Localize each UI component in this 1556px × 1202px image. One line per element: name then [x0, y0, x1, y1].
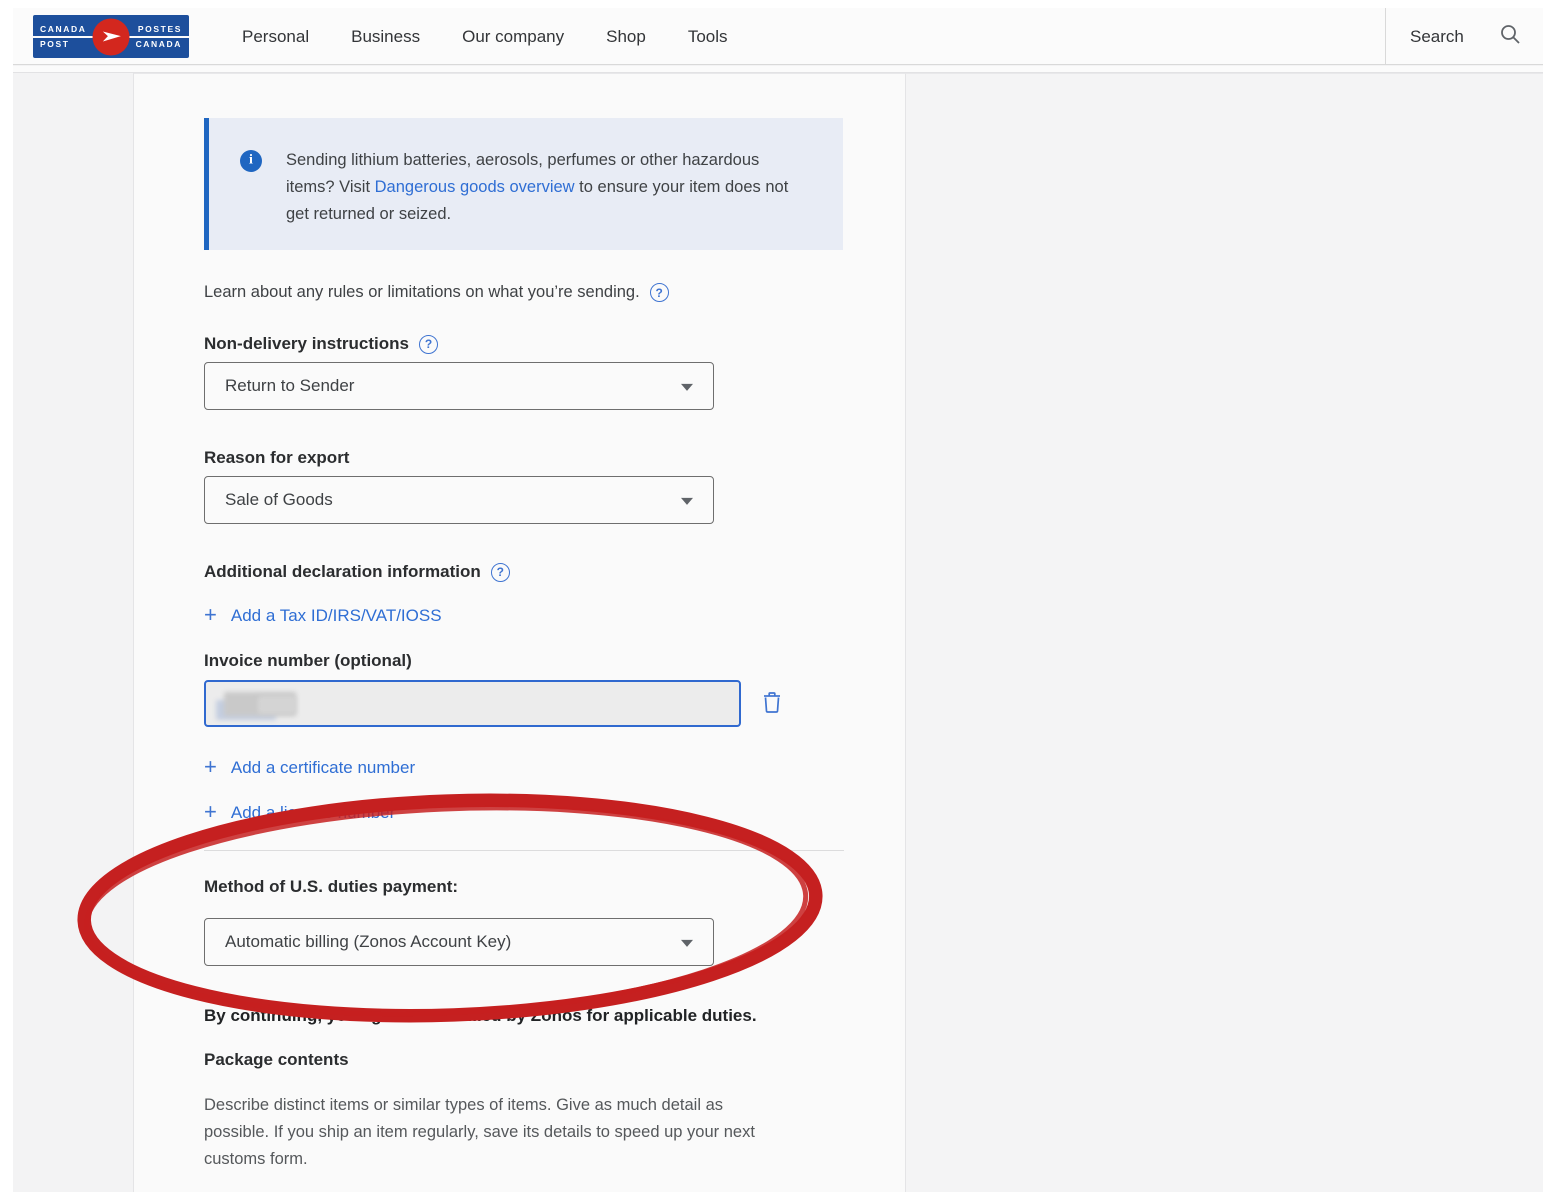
learn-rules-text: Learn about any rules or limitations on … — [204, 283, 640, 302]
logo-text-post: POST — [40, 40, 86, 49]
logo-text-canada: CANADA — [40, 25, 86, 34]
right-empty-area — [906, 73, 1543, 1192]
additional-declaration-label-row: Additional declaration information — [204, 562, 854, 582]
info-icon — [240, 150, 262, 172]
dangerous-goods-overview-link[interactable]: Dangerous goods overview — [375, 178, 575, 196]
reason-export-dropdown[interactable]: Sale of Goods — [204, 476, 714, 524]
left-gutter — [13, 73, 134, 1192]
logo-text-postes: POSTES — [138, 25, 182, 34]
main-area: Sending lithium batteries, aerosols, per… — [13, 73, 1543, 1192]
logo-text-right: POSTES CANADA — [136, 25, 182, 49]
add-tax-id-link[interactable]: + Add a Tax ID/IRS/VAT/IOSS — [204, 605, 854, 627]
reason-export-value: Sale of Goods — [225, 490, 333, 510]
zonos-agreement-text: By continuing, you agree to be billed by… — [204, 1006, 854, 1026]
non-delivery-label: Non-delivery instructions — [204, 334, 409, 354]
additional-declaration-label: Additional declaration information — [204, 562, 481, 582]
invoice-row — [204, 680, 854, 727]
duties-label-row: Method of U.S. duties payment: — [204, 877, 854, 897]
duties-payment-value: Automatic billing (Zonos Account Key) — [225, 932, 511, 952]
search-label: Search — [1410, 27, 1464, 47]
info-box-text: Sending lithium batteries, aerosols, per… — [286, 147, 806, 228]
customs-form-panel: Sending lithium batteries, aerosols, per… — [134, 73, 906, 1192]
help-icon-additional-declaration[interactable] — [491, 563, 510, 582]
reason-export-label-row: Reason for export — [204, 448, 854, 468]
search-icon — [1499, 23, 1521, 50]
dangerous-goods-info-box: Sending lithium batteries, aerosols, per… — [204, 118, 843, 250]
redacted-value-blob — [258, 696, 296, 714]
logo-text-canada-fr: CANADA — [136, 40, 182, 49]
plus-icon: + — [204, 604, 217, 626]
duties-payment-dropdown[interactable]: Automatic billing (Zonos Account Key) — [204, 918, 714, 966]
delete-invoice-button[interactable] — [761, 690, 783, 717]
nav-item-shop[interactable]: Shop — [606, 27, 646, 47]
header-secondary-strip — [13, 66, 1543, 73]
add-certificate-link[interactable]: + Add a certificate number — [204, 757, 854, 779]
add-tax-id-label: Add a Tax ID/IRS/VAT/IOSS — [231, 606, 442, 626]
duties-payment-label: Method of U.S. duties payment: — [204, 877, 458, 897]
non-delivery-dropdown[interactable]: Return to Sender — [204, 362, 714, 410]
help-icon-non-delivery[interactable] — [419, 335, 438, 354]
logo-text-left: CANADA POST — [40, 25, 86, 49]
package-contents-description: Describe distinct items or similar types… — [204, 1092, 789, 1173]
invoice-number-input[interactable] — [204, 680, 741, 727]
nav-item-personal[interactable]: Personal — [242, 27, 309, 47]
nav-item-our-company[interactable]: Our company — [462, 27, 564, 47]
add-certificate-label: Add a certificate number — [231, 758, 415, 778]
trash-icon — [761, 690, 783, 717]
main-nav: Personal Business Our company Shop Tools — [242, 8, 728, 65]
invoice-number-label: Invoice number (optional) — [204, 651, 412, 671]
chevron-down-icon — [681, 498, 693, 505]
nav-item-tools[interactable]: Tools — [688, 27, 728, 47]
search-button[interactable]: Search — [1385, 8, 1543, 65]
add-license-link[interactable]: + Add a license number — [204, 802, 854, 824]
canada-post-customs-form-page: CANADA POST POSTES CANADA Personal Busin… — [0, 0, 1556, 1202]
page-background: CANADA POST POSTES CANADA Personal Busin… — [13, 8, 1543, 1192]
non-delivery-value: Return to Sender — [225, 376, 354, 396]
invoice-label-row: Invoice number (optional) — [204, 651, 854, 671]
customs-form: Sending lithium batteries, aerosols, per… — [204, 118, 854, 1173]
reason-export-label: Reason for export — [204, 448, 349, 468]
plus-icon: + — [204, 756, 217, 778]
non-delivery-label-row: Non-delivery instructions — [204, 334, 854, 354]
plus-icon: + — [204, 801, 217, 823]
add-license-label: Add a license number — [231, 803, 395, 823]
top-navigation-bar: CANADA POST POSTES CANADA Personal Busin… — [13, 8, 1543, 65]
package-contents-heading: Package contents — [204, 1050, 854, 1070]
chevron-down-icon — [681, 384, 693, 391]
help-icon-learn-rules[interactable] — [650, 283, 669, 302]
section-divider — [204, 850, 844, 851]
chevron-down-icon — [681, 940, 693, 947]
logo-wing-icon — [93, 18, 130, 55]
canada-post-logo[interactable]: CANADA POST POSTES CANADA — [33, 15, 189, 58]
nav-item-business[interactable]: Business — [351, 27, 420, 47]
learn-rules-row: Learn about any rules or limitations on … — [204, 283, 854, 302]
